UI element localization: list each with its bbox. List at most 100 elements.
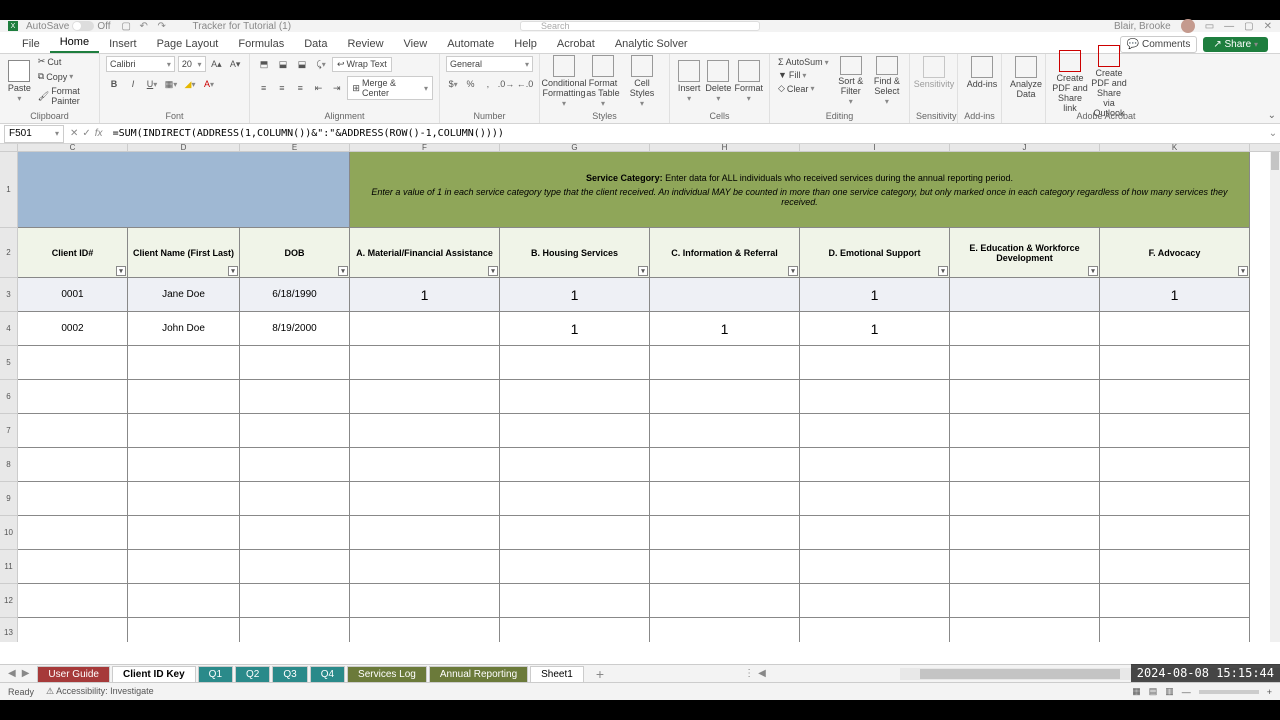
row-header[interactable]: 13 <box>0 618 18 642</box>
vertical-scrollbar[interactable] <box>1270 152 1280 642</box>
empty-cell[interactable] <box>1100 618 1250 642</box>
fx-icon[interactable]: fx <box>95 128 103 139</box>
tab-help[interactable]: Help <box>504 34 547 53</box>
currency-icon[interactable]: $▾ <box>446 76 460 92</box>
column-header[interactable]: K <box>1100 144 1250 151</box>
align-bottom-icon[interactable]: ⬓ <box>294 56 310 72</box>
enter-formula-icon[interactable]: ✓ <box>82 128 90 139</box>
autosave-toggle[interactable]: AutoSave Off <box>26 21 111 32</box>
delete-cells-button[interactable]: Delete▾ <box>705 60 731 103</box>
row-header[interactable]: 4 <box>0 312 18 346</box>
empty-cell[interactable] <box>800 550 950 584</box>
empty-cell[interactable] <box>800 414 950 448</box>
ribbon-mode-icon[interactable]: ▭ <box>1205 21 1214 32</box>
empty-cell[interactable] <box>950 414 1100 448</box>
view-page-break-icon[interactable]: ▥ <box>1165 686 1174 697</box>
data-cell[interactable] <box>950 312 1100 346</box>
filter-button[interactable]: ▾ <box>1088 266 1098 276</box>
empty-cell[interactable] <box>800 516 950 550</box>
sheet-nav-next-icon[interactable]: ▶ <box>22 668 30 679</box>
empty-cell[interactable] <box>240 482 350 516</box>
sheet-nav-prev-icon[interactable]: ◀ <box>8 668 16 679</box>
column-header[interactable]: F <box>350 144 500 151</box>
find-select-button[interactable]: Find & Select▾ <box>871 56 903 106</box>
data-cell[interactable]: 1 <box>800 278 950 312</box>
sheet-tab[interactable]: User Guide <box>37 666 110 682</box>
data-cell[interactable]: 1 <box>800 312 950 346</box>
empty-cell[interactable] <box>950 584 1100 618</box>
zoom-slider[interactable] <box>1199 690 1259 694</box>
align-top-icon[interactable]: ⬒ <box>256 56 272 72</box>
empty-cell[interactable] <box>350 346 500 380</box>
empty-cell[interactable] <box>950 482 1100 516</box>
empty-cell[interactable] <box>500 584 650 618</box>
row-header[interactable]: 10 <box>0 516 18 550</box>
empty-cell[interactable] <box>800 482 950 516</box>
empty-cell[interactable] <box>18 346 128 380</box>
view-page-layout-icon[interactable]: ▤ <box>1149 686 1158 697</box>
sort-filter-button[interactable]: Sort & Filter▾ <box>835 56 867 106</box>
column-header[interactable]: G <box>500 144 650 151</box>
sheet-tab[interactable]: Q1 <box>198 666 233 682</box>
data-cell[interactable] <box>650 278 800 312</box>
sheet-tab[interactable]: Sheet1 <box>530 666 584 682</box>
empty-cell[interactable] <box>1100 380 1250 414</box>
column-header[interactable]: D <box>128 144 240 151</box>
empty-cell[interactable] <box>240 414 350 448</box>
empty-cell[interactable] <box>800 380 950 414</box>
zoom-in-icon[interactable]: + <box>1267 687 1272 697</box>
row-header[interactable]: 8 <box>0 448 18 482</box>
column-header[interactable]: H <box>650 144 800 151</box>
underline-button[interactable]: U▾ <box>144 76 160 92</box>
empty-cell[interactable] <box>18 448 128 482</box>
empty-cell[interactable] <box>1100 448 1250 482</box>
empty-cell[interactable] <box>18 380 128 414</box>
align-right-icon[interactable]: ≡ <box>293 80 308 96</box>
tab-automate[interactable]: Automate <box>437 34 504 53</box>
empty-cell[interactable] <box>240 550 350 584</box>
comments-button[interactable]: 💬 Comments <box>1120 36 1198 53</box>
font-color-button[interactable]: A▾ <box>201 76 217 92</box>
empty-cell[interactable] <box>240 584 350 618</box>
column-header[interactable]: I <box>800 144 950 151</box>
empty-cell[interactable] <box>350 618 500 642</box>
empty-cell[interactable] <box>800 618 950 642</box>
column-header-cell[interactable]: C. Information & Referral▾ <box>650 228 800 278</box>
empty-cell[interactable] <box>350 380 500 414</box>
data-cell[interactable]: 1 <box>500 312 650 346</box>
orientation-icon[interactable]: ⤹▾ <box>313 56 329 72</box>
column-header-cell[interactable]: A. Material/Financial Assistance▾ <box>350 228 500 278</box>
formula-input[interactable]: =SUM(INDIRECT(ADDRESS(1,COLUMN())&":"&AD… <box>109 128 1266 139</box>
font-name-select[interactable]: Calibri▾ <box>106 56 175 72</box>
name-box[interactable]: F501▾ <box>4 125 64 143</box>
percent-icon[interactable]: % <box>463 76 477 92</box>
empty-cell[interactable] <box>1100 584 1250 618</box>
data-cell[interactable] <box>1100 312 1250 346</box>
bold-button[interactable]: B <box>106 76 122 92</box>
data-cell[interactable]: 1 <box>350 278 500 312</box>
row-header[interactable]: 2 <box>0 228 18 278</box>
empty-cell[interactable] <box>240 448 350 482</box>
tab-review[interactable]: Review <box>337 34 393 53</box>
empty-cell[interactable] <box>18 584 128 618</box>
empty-cell[interactable] <box>240 516 350 550</box>
data-cell[interactable]: John Doe <box>128 312 240 346</box>
tab-insert[interactable]: Insert <box>99 34 147 53</box>
data-cell[interactable] <box>350 312 500 346</box>
indent-dec-icon[interactable]: ⇤ <box>311 80 326 96</box>
conditional-formatting-button[interactable]: Conditional Formatting▾ <box>546 55 582 108</box>
dec-decimal-icon[interactable]: ←.0 <box>517 76 533 92</box>
empty-cell[interactable] <box>1100 550 1250 584</box>
paste-button[interactable]: Paste▾ <box>6 60 33 103</box>
cut-button[interactable]: ✂ Cut <box>36 55 93 68</box>
filter-button[interactable]: ▾ <box>488 266 498 276</box>
row-header[interactable]: 7 <box>0 414 18 448</box>
font-size-select[interactable]: 20▾ <box>178 56 206 72</box>
analyze-data-button[interactable]: Analyze Data <box>1008 56 1044 99</box>
data-cell[interactable]: 6/18/1990 <box>240 278 350 312</box>
empty-cell[interactable] <box>800 448 950 482</box>
search-input[interactable]: Search <box>520 21 760 31</box>
column-header-cell[interactable]: D. Emotional Support▾ <box>800 228 950 278</box>
wrap-text-button[interactable]: ↩ Wrap Text <box>332 57 392 72</box>
empty-cell[interactable] <box>350 414 500 448</box>
